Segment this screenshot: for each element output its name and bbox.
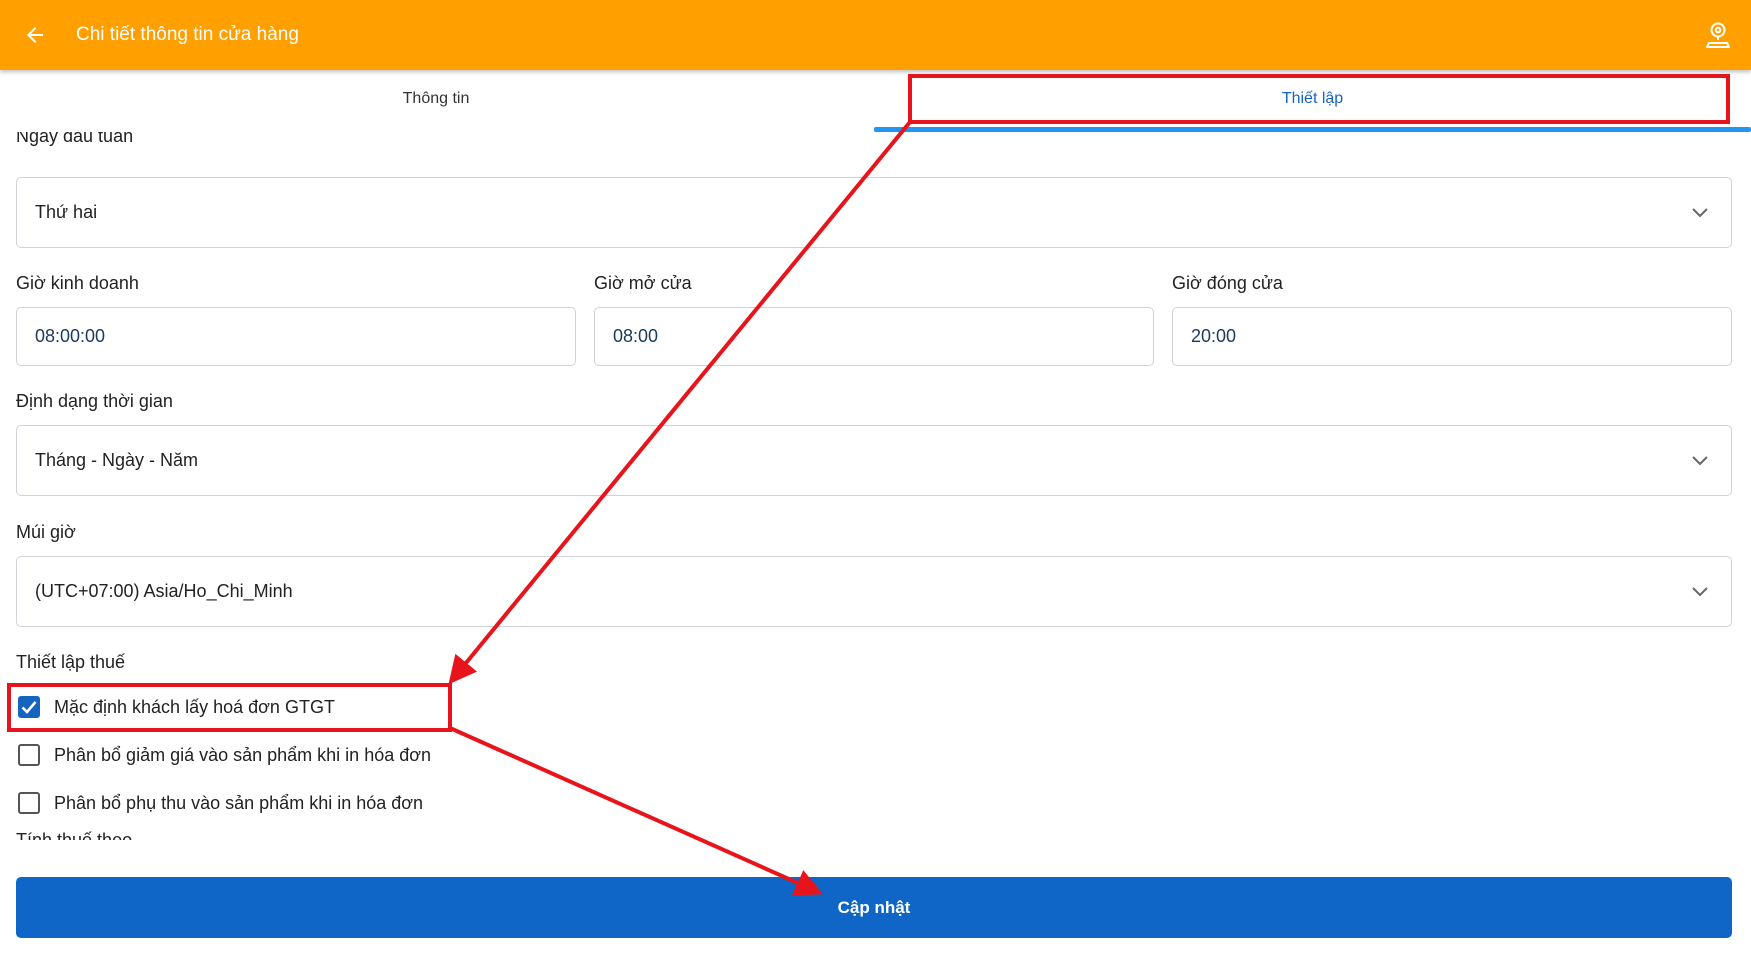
week-start-select[interactable]: Thứ hai: [16, 177, 1732, 248]
close-time-input[interactable]: 20:00: [1172, 307, 1732, 366]
time-format-value: Tháng - Ngày - Năm: [35, 450, 199, 470]
week-start-label: Ngày đầu tuần: [16, 132, 134, 146]
business-hours-label: Giờ kinh doanh: [16, 273, 139, 293]
close-time-value: 20:00: [1191, 326, 1237, 346]
tab-setup[interactable]: Thiết lập: [874, 70, 1751, 132]
checkbox-label: Phân bổ giảm giá vào sản phẩm khi in hóa…: [54, 744, 432, 765]
app-bar: Chi tiết thông tin cửa hàng: [0, 0, 1751, 70]
business-hours-value: 08:00:00: [35, 326, 106, 346]
open-time-label: Giờ mở cửa: [594, 273, 692, 293]
week-start-value: Thứ hai: [35, 202, 98, 222]
location-button[interactable]: [1699, 16, 1737, 54]
checkbox-allocate-discount[interactable]: Phân bổ giảm giá vào sản phẩm khi in hóa…: [18, 740, 431, 770]
arrow-left-icon: [27, 27, 43, 43]
tax-calc-label: Tính thuế theo: [16, 830, 133, 840]
checkbox[interactable]: [18, 792, 40, 814]
timezone-value: (UTC+07:00) Asia/Ho_Chi_Minh: [35, 581, 293, 601]
chevron-down-icon: [1692, 455, 1708, 465]
checkbox-allocate-surcharge[interactable]: Phân bổ phụ thu vào sản phẩm khi in hóa …: [18, 788, 423, 818]
settings-form[interactable]: Ngày đầu tuần Thứ hai Giờ kinh doanh 08:…: [0, 132, 1751, 840]
update-button[interactable]: Cập nhật: [16, 877, 1732, 938]
active-tab-indicator: [874, 127, 1751, 132]
chevron-down-icon: [1692, 207, 1708, 217]
checkbox[interactable]: [18, 744, 40, 766]
timezone-select[interactable]: (UTC+07:00) Asia/Ho_Chi_Minh: [16, 556, 1732, 627]
close-time-label: Giờ đóng cửa: [1172, 273, 1283, 293]
tax-settings-label: Thiết lập thuế: [16, 652, 126, 672]
checkbox[interactable]: [18, 696, 40, 718]
location-pin-icon: [1706, 22, 1730, 48]
checkbox-label: Phân bổ phụ thu vào sản phẩm khi in hóa …: [54, 792, 424, 813]
time-format-label: Định dạng thời gian: [16, 391, 173, 411]
checkbox-default-vat-invoice[interactable]: Mặc định khách lấy hoá đơn GTGT: [18, 692, 335, 722]
open-time-input[interactable]: 08:00: [594, 307, 1154, 366]
timezone-label: Múi giờ: [16, 522, 76, 542]
checkbox-label: Mặc định khách lấy hoá đơn GTGT: [54, 696, 335, 717]
page-title: Chi tiết thông tin cửa hàng: [76, 24, 299, 45]
tab-bar: Thông tin Thiết lập: [0, 70, 1751, 132]
open-time-value: 08:00: [613, 326, 659, 346]
check-icon: [21, 701, 37, 714]
back-button[interactable]: [18, 18, 52, 52]
time-format-select[interactable]: Tháng - Ngày - Năm: [16, 425, 1732, 496]
chevron-down-icon: [1692, 586, 1708, 596]
business-hours-input[interactable]: 08:00:00: [16, 307, 576, 366]
tab-info[interactable]: Thông tin: [0, 70, 872, 132]
